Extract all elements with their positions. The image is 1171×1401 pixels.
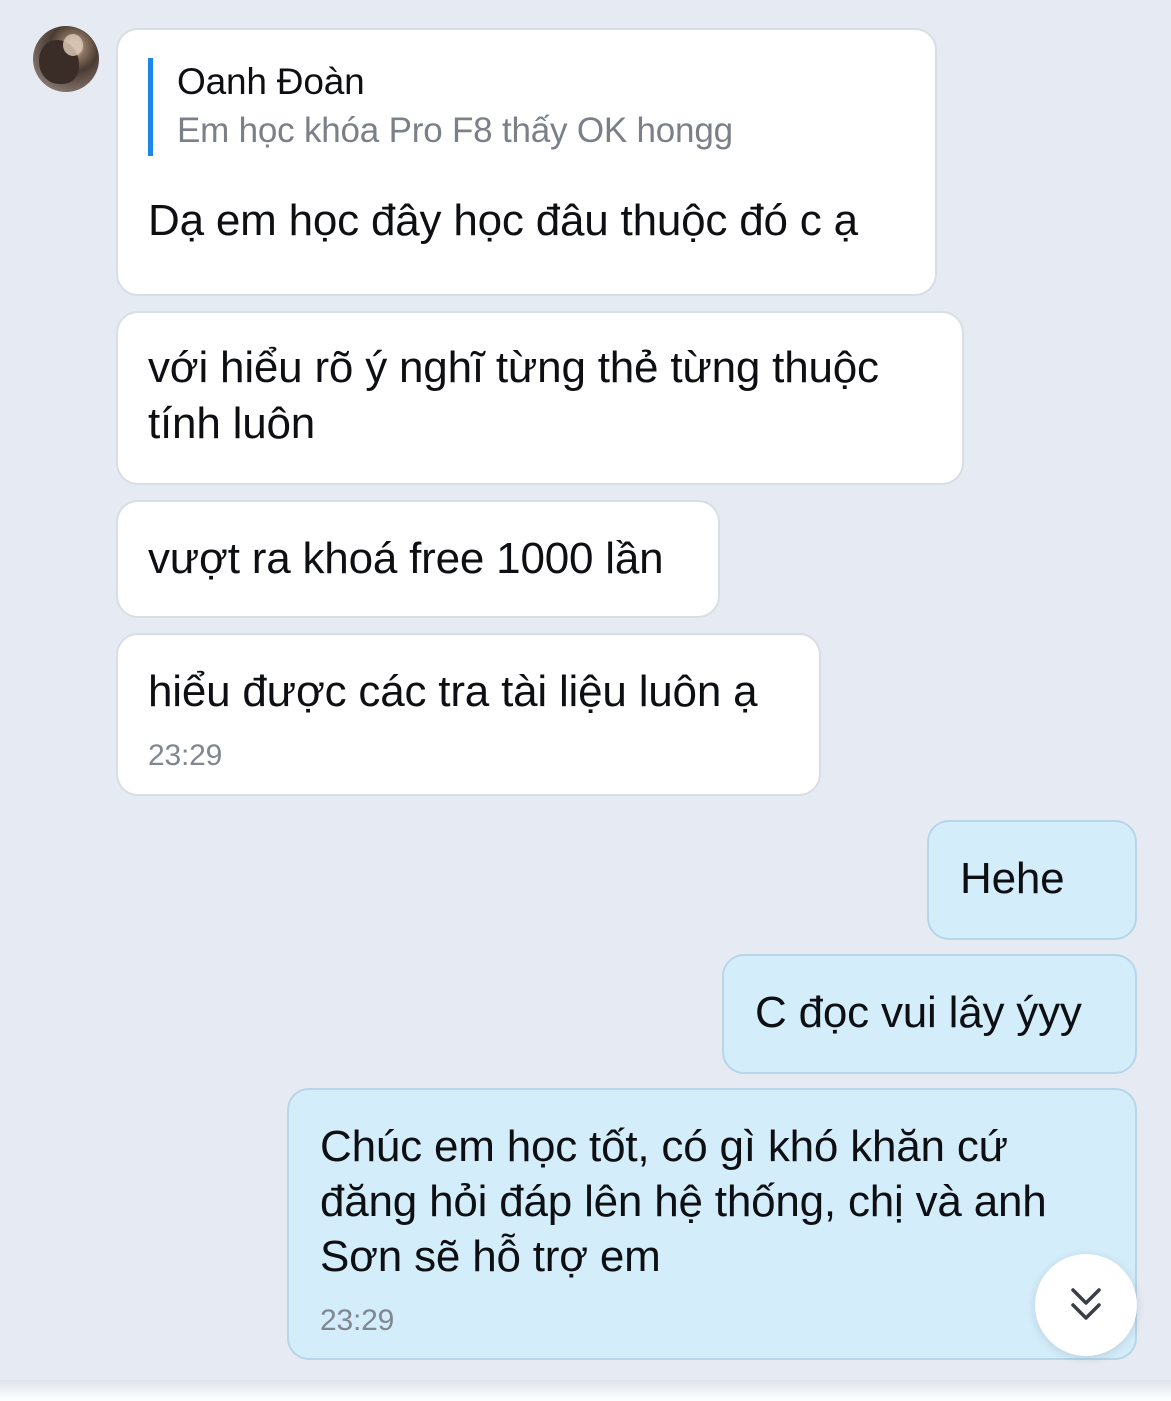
incoming-message[interactable]: vượt ra khoá free 1000 lần [116,500,720,618]
message-text-line-1: với hiểu rõ ý nghĩ từng thẻ từng thuộc [148,343,879,392]
avatar-face-shape [63,34,83,56]
chat-conversation: Oanh Đoàn Em học khóa Pro F8 thấy OK hon… [0,0,1171,1390]
outgoing-message[interactable]: Chúc em học tốt, có gì khó khăn cứ đăng … [287,1088,1137,1360]
outgoing-message[interactable]: C đọc vui lây ýyy [722,954,1137,1074]
chevrons-down-icon [1071,1288,1101,1320]
quoted-message-text: Em học khóa Pro F8 thấy OK hongg [177,111,733,150]
message-text-line-2: tính luôn [148,399,316,448]
outgoing-message[interactable]: Hehe [927,820,1137,940]
message-text-line-1: Chúc em học tốt, có gì khó khăn cứ [320,1122,1008,1171]
message-text-line-2: đăng hỏi đáp lên hệ thống, chị và anh [320,1177,1047,1226]
message-text: Dạ em học đây học đâu thuộc đó c ạ [148,196,858,245]
incoming-message[interactable]: hiểu được các tra tài liệu luôn ạ 23:29 [116,633,821,796]
incoming-message-reply[interactable]: Oanh Đoàn Em học khóa Pro F8 thấy OK hon… [116,28,937,296]
quoted-message[interactable]: Oanh Đoàn Em học khóa Pro F8 thấy OK hon… [148,58,733,156]
incoming-message[interactable]: với hiểu rõ ý nghĩ từng thẻ từng thuộc t… [116,311,964,485]
bottom-composer-edge [0,1380,1171,1401]
message-text: C đọc vui lây ýyy [755,988,1082,1037]
message-text: Hehe [960,854,1065,903]
scroll-to-bottom-button[interactable] [1035,1254,1137,1356]
sender-avatar[interactable] [33,26,99,92]
message-timestamp: 23:29 [320,1304,395,1337]
message-text-line-3: Sơn sẽ hỗ trợ em [320,1232,661,1281]
quoted-sender-name: Oanh Đoàn [177,61,365,102]
message-timestamp: 23:29 [148,739,223,772]
message-text: vượt ra khoá free 1000 lần [148,534,664,583]
message-text: hiểu được các tra tài liệu luôn ạ [148,667,758,716]
